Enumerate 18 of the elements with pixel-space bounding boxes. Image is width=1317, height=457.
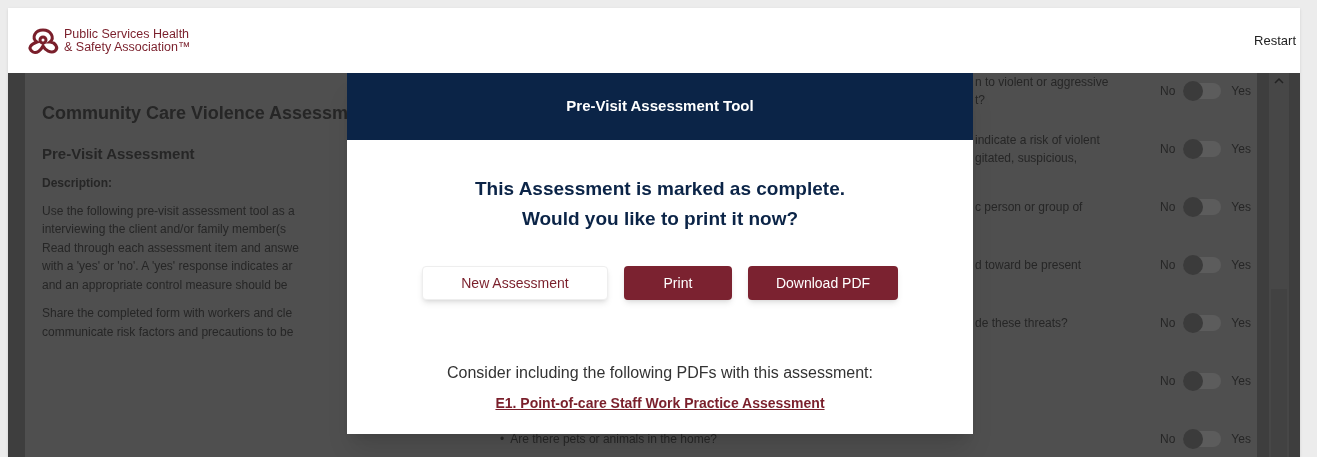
yes-no-toggle[interactable]: [1183, 199, 1222, 215]
restart-link[interactable]: Restart: [1254, 30, 1296, 51]
print-button[interactable]: Print: [623, 266, 732, 300]
yes-no-toggle[interactable]: [1183, 83, 1222, 99]
dialog-header: Pre-Visit Assessment Tool: [347, 73, 973, 140]
yes-no-toggle[interactable]: [1183, 315, 1222, 331]
download-pdf-button[interactable]: Download PDF: [747, 266, 899, 300]
yes-no-toggle[interactable]: [1183, 373, 1222, 389]
logo-text: Public Services Health: [64, 27, 191, 41]
new-assessment-button[interactable]: New Assessment: [421, 266, 608, 300]
pdf-link[interactable]: E1. Point-of-care Staff Work Practice Assessment: [495, 393, 825, 414]
scroll-up-icon[interactable]: [1274, 78, 1284, 84]
dialog-message: This Assessment is marked as complete. Would you like to print it now?: [475, 177, 845, 231]
logo-text: & Safety Association™: [64, 40, 191, 54]
yes-no-toggle[interactable]: [1183, 257, 1222, 273]
yes-no-toggle[interactable]: [1183, 431, 1222, 447]
yes-no-toggle[interactable]: [1183, 141, 1222, 157]
pdf-suggestion-text: Consider including the following PDFs with this assessment:: [447, 363, 873, 383]
